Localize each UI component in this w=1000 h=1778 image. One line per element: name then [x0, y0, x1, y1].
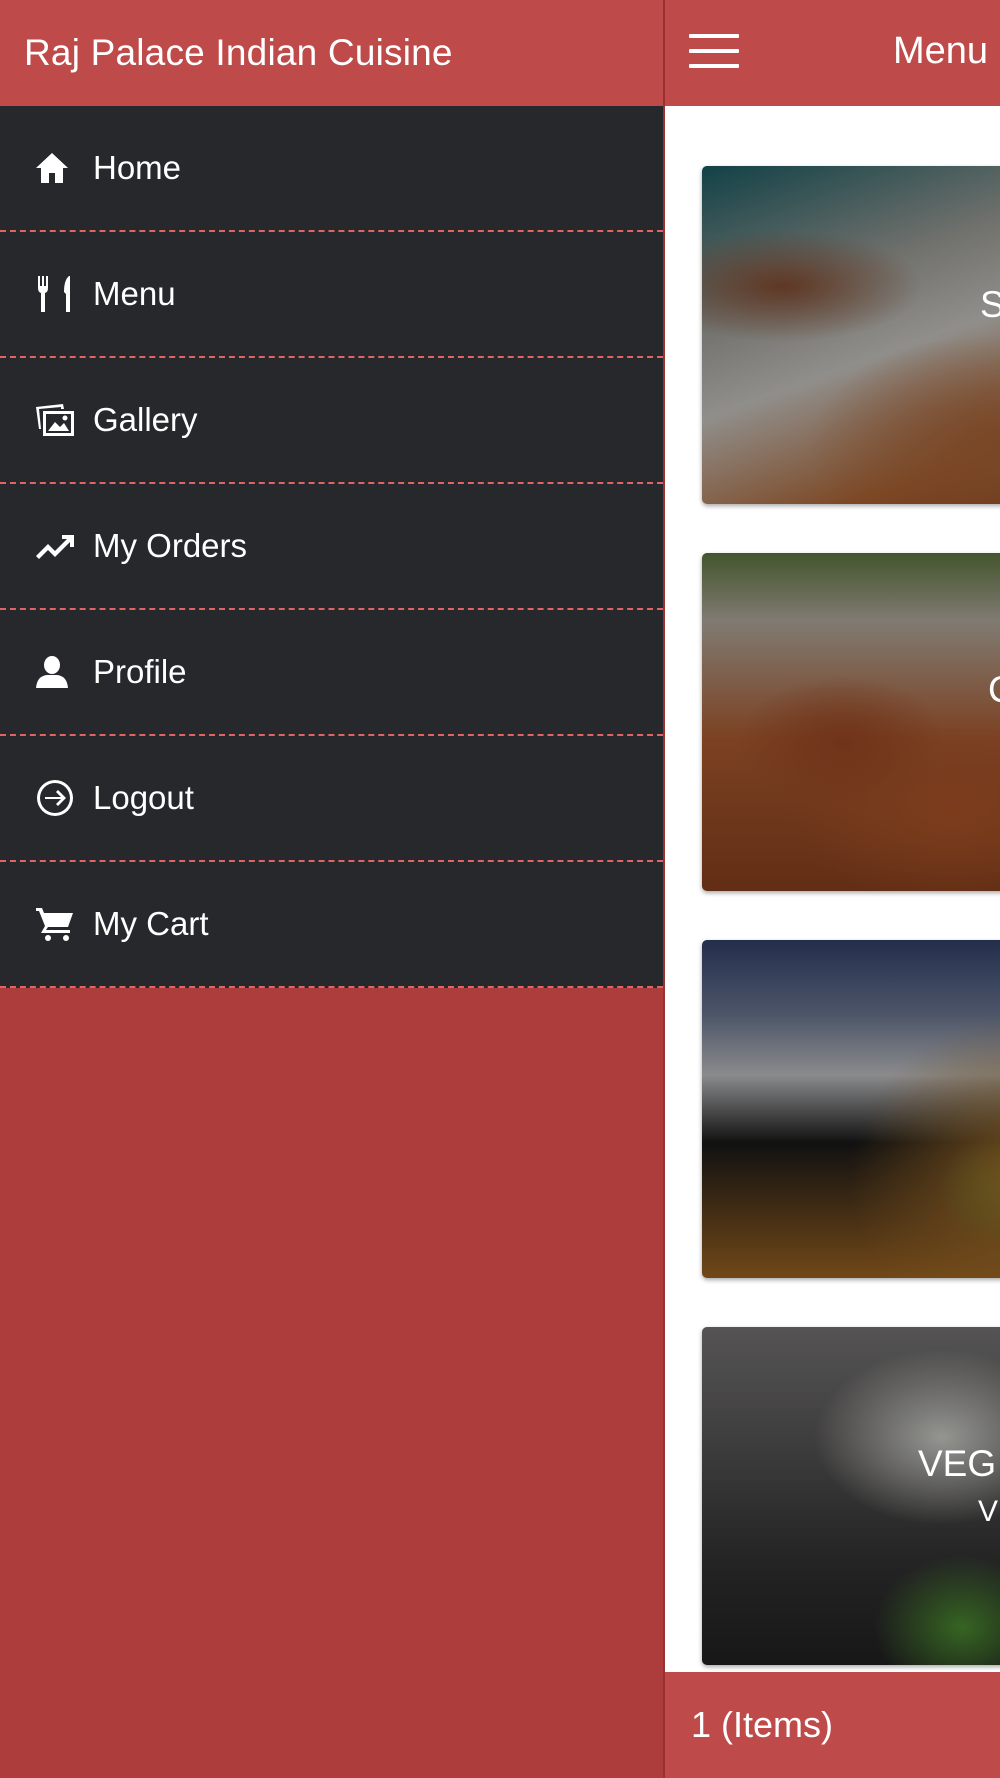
card-subtitle: V — [978, 1495, 999, 1528]
drawer-item-label: My Orders — [93, 527, 248, 564]
drawer-item-gallery[interactable]: Gallery — [0, 358, 663, 484]
drawer-item-my-cart[interactable]: My Cart — [0, 862, 663, 988]
menu-category-list: S C VEG V — [702, 166, 1000, 1714]
menu-category-card[interactable]: VEG V — [702, 1327, 1000, 1665]
drawer-item-label: My Cart — [93, 905, 209, 942]
menu-category-card[interactable] — [702, 940, 1000, 1278]
app-title: Raj Palace Indian Cuisine — [24, 32, 453, 73]
person-icon — [35, 652, 79, 692]
drawer-menu: Home Menu Gallery My Orders Profile Logo… — [0, 106, 663, 988]
drawer-item-logout[interactable]: Logout — [0, 736, 663, 862]
gallery-icon — [35, 400, 79, 440]
card-overlay — [702, 1327, 1000, 1665]
home-icon — [35, 148, 79, 188]
drawer-item-profile[interactable]: Profile — [0, 610, 663, 736]
navigation-drawer: Raj Palace Indian Cuisine Home Menu Gall… — [0, 0, 663, 1778]
card-title: VEG — [918, 1443, 997, 1484]
drawer-item-label: Gallery — [93, 401, 198, 438]
page-title: Menu — [893, 30, 989, 72]
drawer-item-label: Menu — [93, 275, 176, 312]
drawer-item-label: Profile — [93, 653, 187, 690]
main-content: Menu S C VEG V 1 (Items) — [663, 0, 1000, 1778]
drawer-item-label: Home — [93, 149, 182, 186]
trending-up-icon — [35, 526, 79, 566]
drawer-item-home[interactable]: Home — [0, 106, 663, 232]
card-overlay — [702, 553, 1000, 891]
drawer-item-menu[interactable]: Menu — [0, 232, 663, 358]
drawer-item-my-orders[interactable]: My Orders — [0, 484, 663, 610]
card-overlay — [702, 166, 1000, 504]
cart-item-count: 1 (Items) — [691, 1704, 834, 1745]
main-header: Menu — [665, 0, 1000, 106]
cart-footer-bar[interactable]: 1 (Items) — [665, 1672, 1000, 1778]
fork-knife-icon — [35, 274, 79, 314]
drawer-item-label: Logout — [93, 779, 194, 816]
card-overlay — [702, 940, 1000, 1278]
cart-icon — [35, 904, 79, 944]
menu-category-card[interactable]: C — [702, 553, 1000, 891]
card-title: S — [980, 284, 1000, 326]
hamburger-menu-icon[interactable] — [689, 34, 739, 70]
logout-icon — [35, 778, 79, 818]
menu-category-card[interactable]: S — [702, 166, 1000, 504]
card-title: C — [988, 669, 1000, 711]
drawer-header: Raj Palace Indian Cuisine — [0, 0, 663, 106]
